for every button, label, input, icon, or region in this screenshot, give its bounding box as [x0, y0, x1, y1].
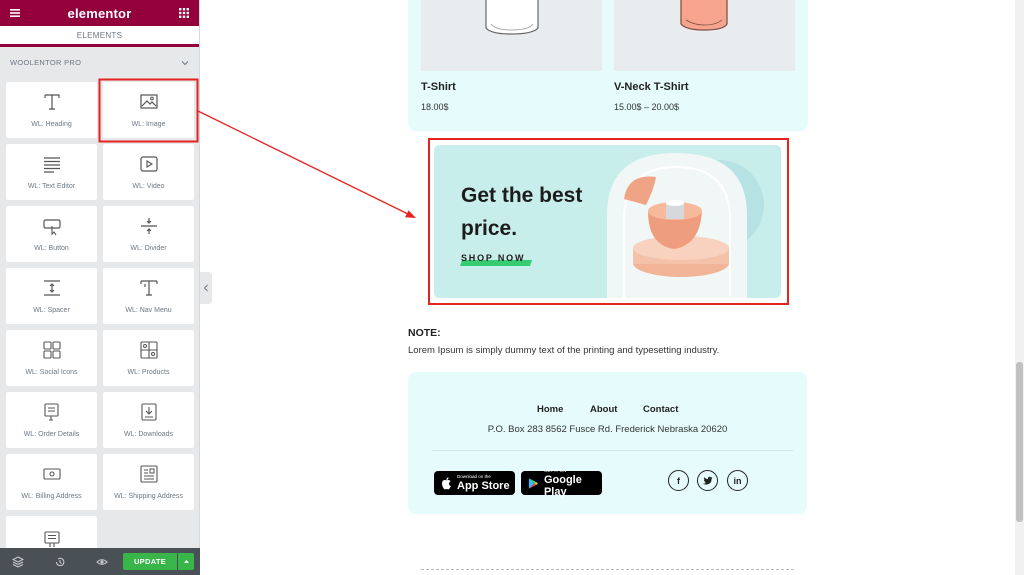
widget-video[interactable]: WL: Video	[103, 144, 194, 200]
widget-label: WL: Order Details	[23, 431, 80, 438]
order-details-icon	[43, 403, 59, 421]
layers-icon[interactable]	[12, 555, 24, 568]
shop-now-label: SHOP NOW	[461, 253, 526, 263]
heading-icon	[43, 94, 60, 110]
google-play-icon	[528, 477, 539, 489]
widget-heading[interactable]: WL: Heading	[6, 82, 97, 138]
panel-footer: UPDATE	[0, 548, 200, 575]
history-icon[interactable]	[54, 556, 66, 568]
note-title: NOTE:	[408, 327, 441, 339]
tab-elements[interactable]: ELEMENTS	[0, 26, 199, 47]
spacer-icon	[43, 280, 60, 296]
product-price: 15.00$ – 20.00$	[614, 102, 680, 112]
widget-label: WL: Downloads	[123, 431, 174, 438]
update-button[interactable]: UPDATE	[123, 553, 177, 570]
promo-banner[interactable]: Get the best price. SHOP NOW	[434, 145, 781, 298]
nav-menu-icon	[139, 280, 158, 296]
widget-billing-address[interactable]: WL: Billing Address	[6, 454, 97, 510]
widget-button[interactable]: WL: Button	[6, 206, 97, 262]
widget-label: WL: Video	[132, 183, 165, 190]
shop-now-button[interactable]: SHOP NOW	[459, 253, 533, 266]
product-name[interactable]: T-Shirt	[421, 81, 456, 93]
chevron-left-icon	[203, 284, 208, 292]
site-footer: Home About Contact P.O. Box 283 8562 Fus…	[408, 372, 807, 514]
linkedin-icon[interactable]: in	[727, 470, 748, 491]
tab-elements-label: ELEMENTS	[76, 30, 123, 40]
widget-label: WL: Spacer	[33, 307, 70, 314]
widget-grid: WL: Heading WL: Image WL: Text Editor WL…	[6, 82, 194, 572]
panel-title: elementor	[67, 5, 132, 21]
google-play-button[interactable]: GET IT ON Google Play	[521, 468, 602, 498]
product-image-vneck[interactable]	[614, 0, 795, 71]
widget-label: WL: Image	[131, 121, 166, 128]
scrollbar-thumb[interactable]	[1016, 362, 1023, 522]
vneck-tshirt-image	[680, 0, 728, 31]
image-icon	[139, 94, 158, 109]
widget-label: WL: Nav Menu	[125, 307, 172, 314]
widget-label: WL: Button	[34, 245, 69, 252]
text-editor-icon	[43, 157, 60, 173]
widget-divider[interactable]: WL: Divider	[103, 206, 194, 262]
widget-label: WL: Social Icons	[25, 369, 78, 376]
twitter-bird-icon	[702, 476, 713, 485]
empty-section-outline	[421, 569, 794, 570]
annotation-arrow	[197, 110, 411, 216]
app-store-button[interactable]: Download on the App Store	[434, 471, 515, 495]
widget-label: WL: Text Editor	[27, 183, 76, 190]
note-text: Lorem Ipsum is simply dummy text of the …	[408, 345, 720, 356]
widget-shipping-address[interactable]: WL: Shipping Address	[103, 454, 194, 510]
billing-address-icon	[42, 468, 61, 480]
product-price: 18.00$	[421, 102, 449, 112]
widget-nav-menu[interactable]: WL: Nav Menu	[103, 268, 194, 324]
section-woolentor-pro[interactable]: WOOLENTOR PRO	[0, 47, 199, 78]
widget-products[interactable]: WL: Products	[103, 330, 194, 386]
apple-icon	[442, 476, 451, 489]
footer-divider	[432, 450, 793, 451]
app-store-label: App Store	[457, 480, 510, 492]
section-label: WOOLENTOR PRO	[10, 58, 82, 67]
widget-text-editor[interactable]: WL: Text Editor	[6, 144, 97, 200]
widget-label: WL: Products	[127, 369, 170, 376]
widget-downloads[interactable]: WL: Downloads	[103, 392, 194, 448]
widget-label: WL: Shipping Address	[114, 493, 183, 500]
product-image-tshirt[interactable]	[421, 0, 602, 71]
panel-collapse-toggle[interactable]	[200, 272, 212, 304]
update-options-button[interactable]	[178, 553, 194, 570]
shipping-address-icon	[139, 465, 158, 483]
divider-icon	[140, 218, 157, 234]
eye-icon[interactable]	[96, 556, 108, 568]
grid-icon[interactable]	[178, 7, 190, 19]
tshirt-image	[485, 0, 539, 35]
text-widget-icon	[43, 530, 60, 547]
button-icon	[42, 219, 61, 236]
product-name[interactable]: V-Neck T-Shirt	[614, 81, 689, 93]
video-icon	[139, 156, 158, 172]
panel-header: elementor	[0, 0, 199, 26]
widget-label: WL: Heading	[31, 121, 72, 128]
banner-title: Get the best price.	[461, 184, 583, 240]
footer-address: P.O. Box 283 8562 Fusce Rd. Frederick Ne…	[487, 424, 728, 435]
widget-order-details[interactable]: WL: Order Details	[6, 392, 97, 448]
widget-image[interactable]: WL: Image	[103, 82, 194, 138]
footer-link-home[interactable]: Home	[537, 404, 563, 415]
widget-label: WL: Divider	[130, 245, 167, 252]
social-icons-icon	[42, 341, 61, 359]
downloads-icon	[140, 403, 157, 421]
menu-icon[interactable]	[9, 7, 21, 19]
footer-link-contact[interactable]: Contact	[643, 404, 678, 415]
elementor-panel: elementor ELEMENTS WOOLENTOR PRO WL: Hea…	[0, 0, 200, 575]
twitter-icon[interactable]	[697, 470, 718, 491]
products-icon	[139, 341, 158, 359]
widget-spacer[interactable]: WL: Spacer	[6, 268, 97, 324]
footer-link-about[interactable]: About	[590, 404, 617, 415]
facebook-icon[interactable]: f	[668, 470, 689, 491]
google-play-label: Google Play	[543, 474, 582, 498]
widget-social-icons[interactable]: WL: Social Icons	[6, 330, 97, 386]
caret-up-icon	[183, 560, 189, 563]
annotation-arrowhead	[405, 210, 416, 218]
chevron-down-icon	[181, 60, 189, 65]
widget-label: WL: Billing Address	[21, 493, 82, 500]
